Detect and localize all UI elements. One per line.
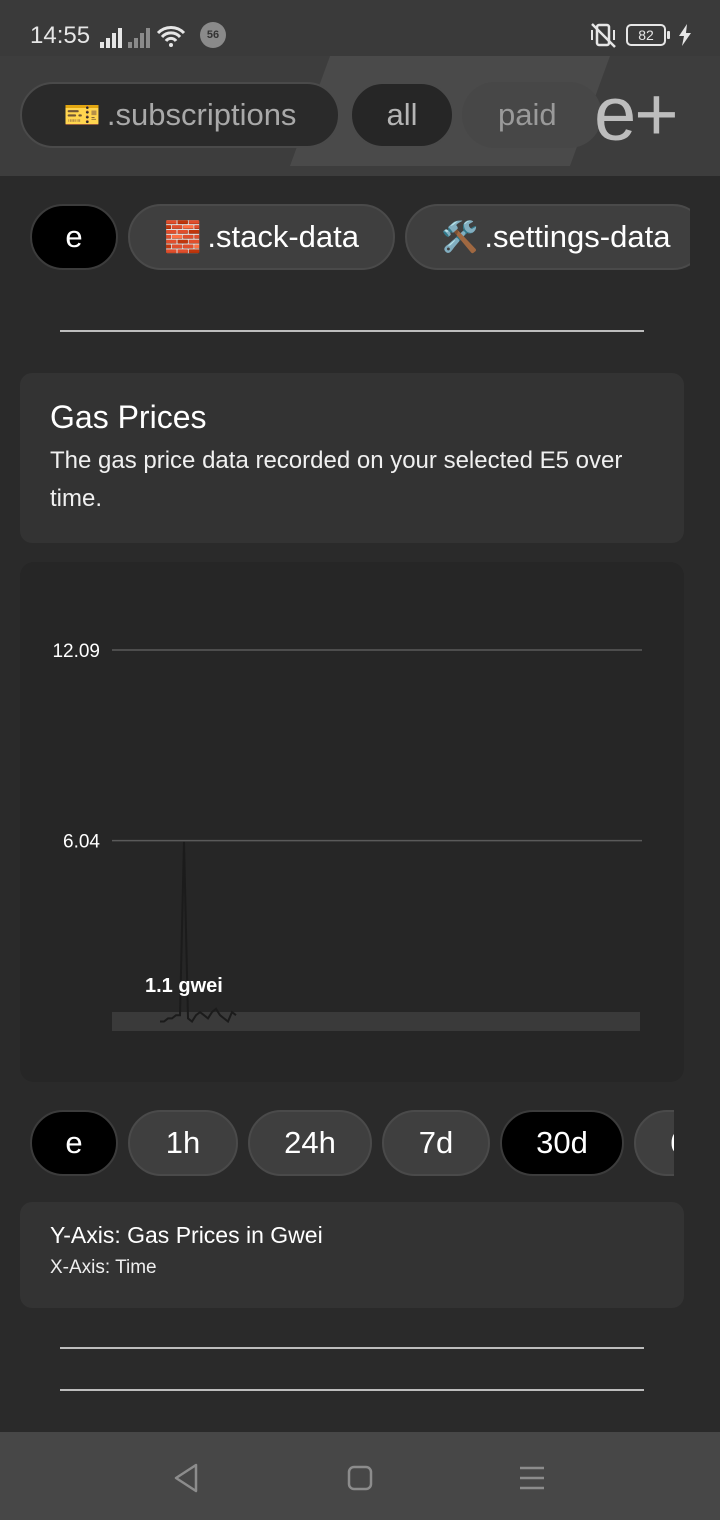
status-time: 14:55 [30,22,91,49]
status-right-icons: 82 [588,22,692,48]
status-left-icons: 56 [100,22,226,48]
value-annotation: 1.1 gwei [145,975,223,997]
wifi-icon [156,26,186,47]
range-label: 7d [418,1125,454,1160]
range-chip-24h[interactable]: 24h [248,1110,372,1176]
tab-e[interactable]: e [30,204,118,270]
tab-settings-data-label: .settings-data [484,219,671,254]
divider [60,330,644,332]
subscriptions-label: .subscriptions [106,97,297,132]
main-sheet: e 🧱 .stack-data 🛠️ .settings-data Gas Pr… [0,176,720,1432]
signal-secondary-icon [128,26,150,48]
charging-icon [679,24,691,46]
range-chip-6[interactable]: 6 [634,1110,674,1176]
menu-button[interactable] [512,1460,552,1496]
axis-legend-card: Y-Axis: Gas Prices in Gwei X-Axis: Time [20,1202,684,1308]
back-button[interactable] [166,1460,206,1496]
back-icon [174,1463,198,1493]
time-range-selector: e 1h 24h 7d 30d 6 [30,1110,674,1176]
range-chip-1h[interactable]: 1h [128,1110,238,1176]
range-label: 24h [284,1125,336,1160]
y-tick-label: 6.04 [63,832,100,853]
range-label: 1h [165,1125,201,1160]
system-nav-bar [0,1432,720,1520]
range-chip-e[interactable]: e [30,1110,118,1176]
tab-stack-data-label: .stack-data [207,219,359,254]
subscriptions-chip[interactable]: 🎫 .subscriptions [20,82,340,148]
menu-icon [520,1466,544,1490]
card-title: Gas Prices [50,399,207,435]
vibrate-off-icon [591,23,616,48]
range-label: e [65,1125,83,1160]
y-tick-label: 12.09 [52,641,100,662]
app-logo: e+ [594,72,679,157]
paid-label: paid [498,97,557,132]
tab-settings-data[interactable]: 🛠️ .settings-data [404,204,690,270]
all-chip[interactable]: all [350,82,454,148]
home-button[interactable] [340,1460,380,1496]
range-chip-30d[interactable]: 30d [500,1110,624,1176]
tab-e-label: e [65,219,83,254]
gas-prices-card: Gas Prices The gas price data recorded o… [20,373,684,543]
notification-badge: 56 [200,22,226,48]
tab-stack-data[interactable]: 🧱 .stack-data [128,204,395,270]
gas-price-chart: 12.09 6.04 1.1 gwei [20,562,684,1082]
divider [60,1347,644,1349]
chart-canvas: 12.09 6.04 1.1 gwei [52,641,642,1031]
brick-icon: 🧱 [164,220,202,254]
paid-chip[interactable]: paid [462,82,602,148]
range-label: 30d [536,1125,588,1160]
home-icon [347,1465,373,1491]
battery-level: 82 [626,24,666,46]
range-chip-7d[interactable]: 7d [382,1110,490,1176]
section-tabs: e 🧱 .stack-data 🛠️ .settings-data [30,204,690,270]
app-screen: 14:55 56 82 🎫 .subscriptions all paid e+… [0,0,720,1520]
card-description: The gas price data recorded on your sele… [50,447,623,512]
battery-icon: 82 [626,24,670,46]
all-label: all [386,97,418,132]
range-label: 6 [670,1125,674,1161]
y-axis-description: Y-Axis: Gas Prices in Gwei [50,1222,323,1248]
ticket-icon: 🎫 [63,98,101,132]
tools-icon: 🛠️ [440,220,479,254]
x-axis-description: X-Axis: Time [50,1257,157,1278]
divider [60,1389,644,1391]
signal-icon [100,26,122,48]
